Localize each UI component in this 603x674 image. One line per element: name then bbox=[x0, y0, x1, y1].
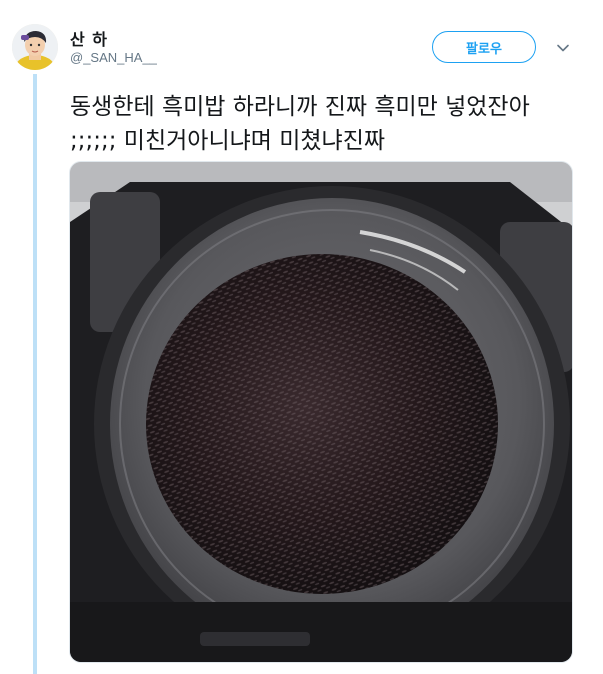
display-name[interactable]: 산 하 bbox=[70, 26, 108, 50]
more-options-button[interactable] bbox=[553, 38, 573, 58]
tweet-photo[interactable] bbox=[69, 161, 573, 663]
avatar[interactable] bbox=[12, 24, 58, 70]
chevron-down-icon bbox=[557, 44, 569, 52]
tweet: 산 하 @_SAN_HA__ 팔로우 동생한테 흑미밥 하라니까 진짜 흑미만 … bbox=[0, 0, 603, 674]
tweet-text: 동생한테 흑미밥 하라니까 진짜 흑미만 넣었잔아 ;;;;;; 미친거아니냐며… bbox=[70, 94, 530, 154]
rice-cooker-photo bbox=[70, 162, 572, 662]
avatar-image bbox=[12, 24, 58, 70]
follow-button[interactable]: 팔로우 bbox=[432, 31, 536, 63]
thread-line bbox=[33, 74, 37, 674]
username[interactable]: @_SAN_HA__ bbox=[70, 50, 157, 65]
